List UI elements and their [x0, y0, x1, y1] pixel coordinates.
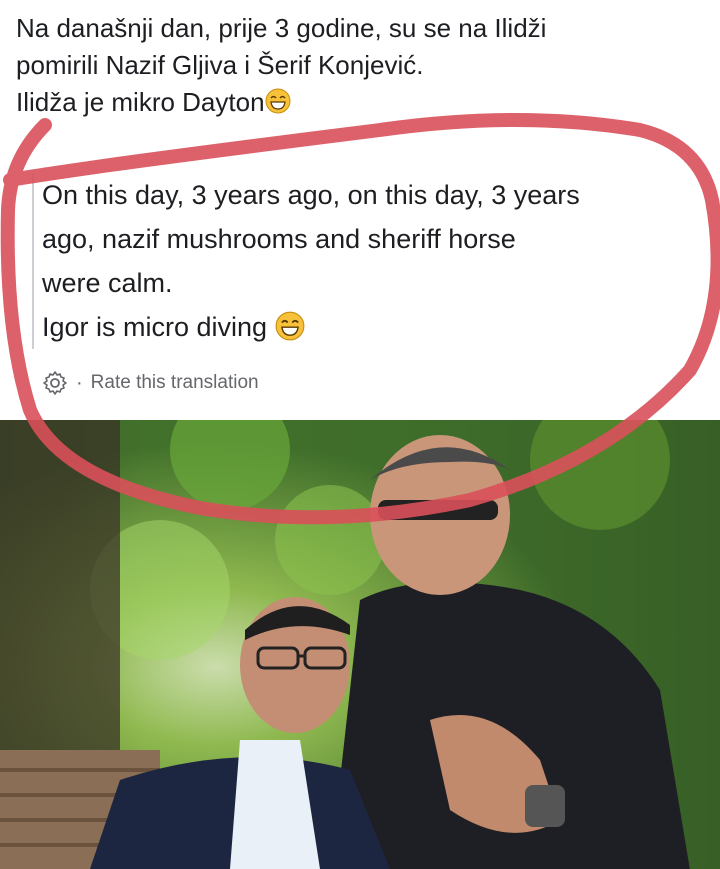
rate-translation-link[interactable]: Rate this translation [91, 372, 259, 394]
gear-icon[interactable] [40, 368, 70, 398]
translation-line-1: On this day, 3 years ago, on this day, 3… [42, 180, 580, 210]
rate-translation-row: · Rate this translation [40, 368, 259, 398]
translation-block: On this day, 3 years ago, on this day, 3… [32, 173, 720, 349]
photo-illustration [0, 420, 720, 869]
translation-line-4: Igor is micro diving [42, 305, 720, 349]
photo [0, 420, 720, 869]
translation-line-2: ago, nazif mushrooms and sheriff horse [42, 224, 516, 254]
post-line-2: pomirili Nazif Gljiva i Šerif Konjević. [16, 50, 424, 80]
post-line-3: Ilidža je mikro Dayton [16, 84, 706, 121]
post-line-1: Na današnji dan, prije 3 godine, su se n… [16, 13, 547, 43]
grinning-face-emoji-icon [275, 311, 305, 341]
grinning-face-emoji-icon [265, 88, 291, 114]
translation-line-3: were calm. [42, 268, 173, 298]
post-text: Na današnji dan, prije 3 godine, su se n… [16, 10, 706, 121]
separator-dot: · [76, 371, 83, 394]
